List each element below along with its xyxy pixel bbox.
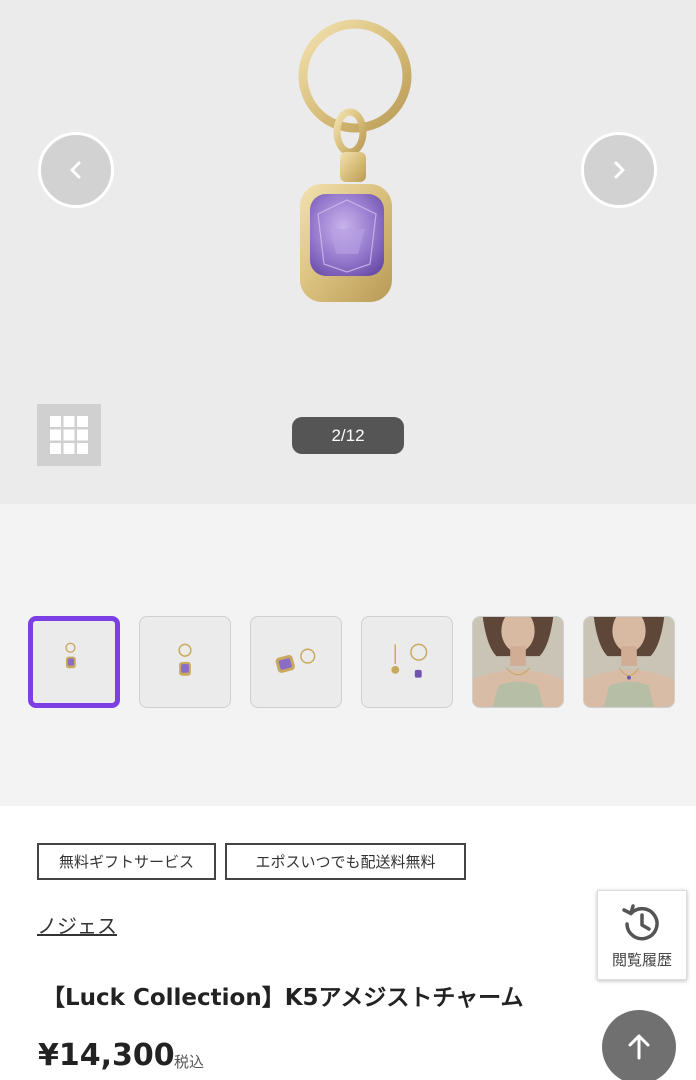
chevron-left-icon: [70, 161, 81, 179]
history-icon: [622, 903, 659, 940]
thumb-model-necklace-1[interactable]: [472, 616, 564, 708]
next-image-button[interactable]: [581, 132, 657, 208]
product-info: 無料ギフトサービス エポスいつでも配送料無料 ノジェス 【Luck Collec…: [0, 806, 696, 1080]
tax-label: 税込: [174, 1053, 205, 1071]
thumb-charm-front-image: [65, 642, 76, 669]
gallery-grid-button[interactable]: [37, 404, 101, 466]
back-to-top-button[interactable]: [602, 1010, 676, 1080]
thumb-earrings-pair-image: [391, 643, 428, 678]
thumb-charm-angle-image: [178, 643, 192, 676]
thumb-charm-side[interactable]: [250, 616, 342, 708]
image-counter: 2/12: [292, 417, 404, 454]
previous-image-button[interactable]: [38, 132, 114, 208]
browsing-history-button[interactable]: 閲覧履歴: [597, 890, 687, 980]
thumb-model-necklace-2-image: [584, 617, 674, 707]
thumb-model-necklace-2[interactable]: [583, 616, 675, 708]
chevron-right-icon: [614, 161, 625, 179]
brand-link[interactable]: ノジェス: [37, 910, 117, 939]
tag-free-shipping: エポスいつでも配送料無料: [225, 843, 466, 880]
product-page: 2/12 無料ギフトサービス エポスいつでも配送料無料 ノジェス 【Luck C…: [0, 0, 696, 1080]
arrow-up-icon: [628, 1034, 650, 1060]
tag-free-gift-service: 無料ギフトサービス: [37, 843, 216, 880]
product-title: 【Luck Collection】K5アメジストチャーム: [42, 985, 524, 1011]
browsing-history-label: 閲覧履歴: [611, 950, 672, 969]
product-image-gallery: 2/12: [0, 0, 696, 504]
thumb-model-necklace-1-image: [473, 617, 563, 707]
product-price: ¥14,300: [38, 1038, 175, 1073]
thumb-charm-side-image: [275, 648, 316, 673]
thumb-charm-front[interactable]: [28, 616, 120, 708]
thumb-earrings-pair[interactable]: [361, 616, 453, 708]
grid-icon: [50, 416, 88, 454]
product-main-image[interactable]: [270, 14, 440, 314]
thumbnail-strip: [0, 504, 696, 806]
thumb-charm-angle[interactable]: [139, 616, 231, 708]
